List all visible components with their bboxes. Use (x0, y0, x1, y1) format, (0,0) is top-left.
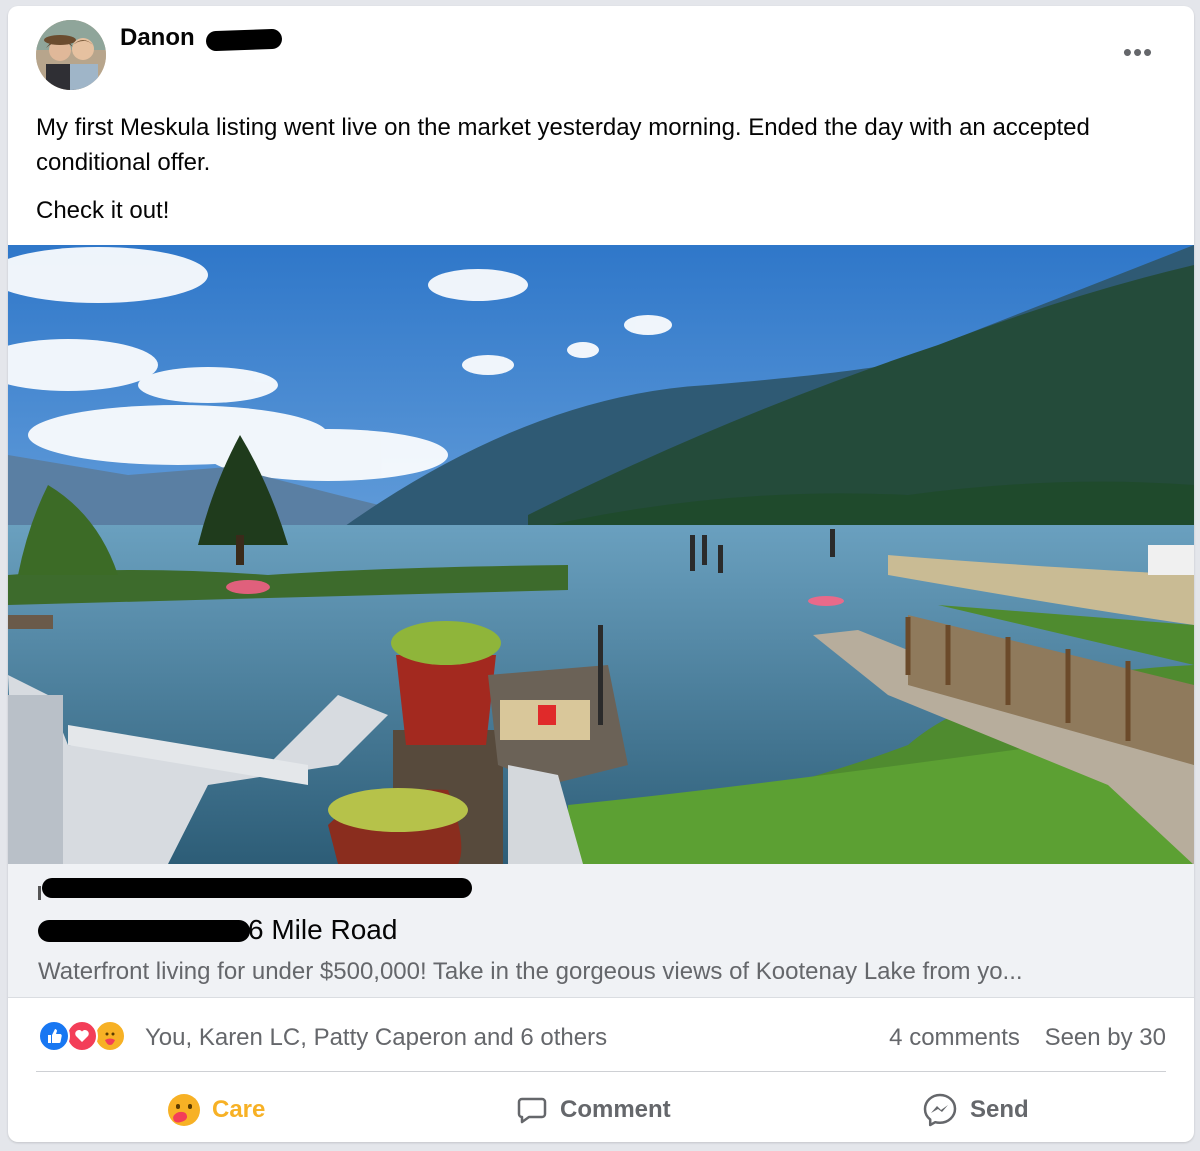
comments-count[interactable]: 4 comments (889, 1024, 1020, 1051)
reaction-names[interactable]: You, Karen LC, Patty Caperon and 6 other… (145, 1024, 607, 1052)
comment-button[interactable]: Comment (516, 1086, 671, 1134)
post-card: Danon ••• My first Meskula listing went … (8, 6, 1194, 1142)
love-icon (66, 1020, 98, 1052)
redacted-domain (42, 878, 472, 898)
domain-glyph (38, 886, 41, 900)
link-preview[interactable]: 6 Mile Road Waterfront living for under … (8, 864, 1194, 998)
messenger-icon (923, 1093, 957, 1127)
post-actions: Care Comment Send (8, 1080, 1194, 1138)
reactions-summary: You, Karen LC, Patty Caperon and 6 other… (8, 1016, 1194, 1058)
author-name[interactable]: Danon (120, 24, 195, 52)
send-label: Send (970, 1096, 1029, 1123)
post-paragraph: Check it out! (36, 197, 170, 224)
post-stats: 4 comments Seen by 30 (871, 1024, 1166, 1052)
post-body: My first Meskula listing went live on th… (36, 110, 1156, 241)
comment-icon (517, 1097, 547, 1124)
like-icon (38, 1020, 70, 1052)
post-paragraph: My first Meskula listing went live on th… (36, 114, 1090, 176)
link-description: Waterfront living for under $500,000! Ta… (38, 958, 1023, 985)
redacted-surname (205, 28, 283, 52)
care-icon (168, 1094, 200, 1126)
care-button[interactable]: Care (168, 1086, 265, 1134)
care-icon (94, 1020, 126, 1052)
seen-count[interactable]: Seen by 30 (1045, 1024, 1166, 1051)
link-title[interactable]: 6 Mile Road (248, 914, 397, 946)
comment-label: Comment (560, 1096, 671, 1123)
more-options-icon[interactable]: ••• (1118, 39, 1158, 65)
redacted-address (38, 920, 250, 942)
care-label: Care (212, 1096, 266, 1123)
post-header: Danon ••• (8, 6, 1194, 106)
send-button[interactable]: Send (922, 1086, 1029, 1134)
reaction-icons[interactable] (38, 1020, 138, 1056)
listing-photo[interactable] (8, 245, 1194, 864)
author-avatar[interactable] (36, 20, 106, 90)
actions-divider (36, 1071, 1166, 1072)
